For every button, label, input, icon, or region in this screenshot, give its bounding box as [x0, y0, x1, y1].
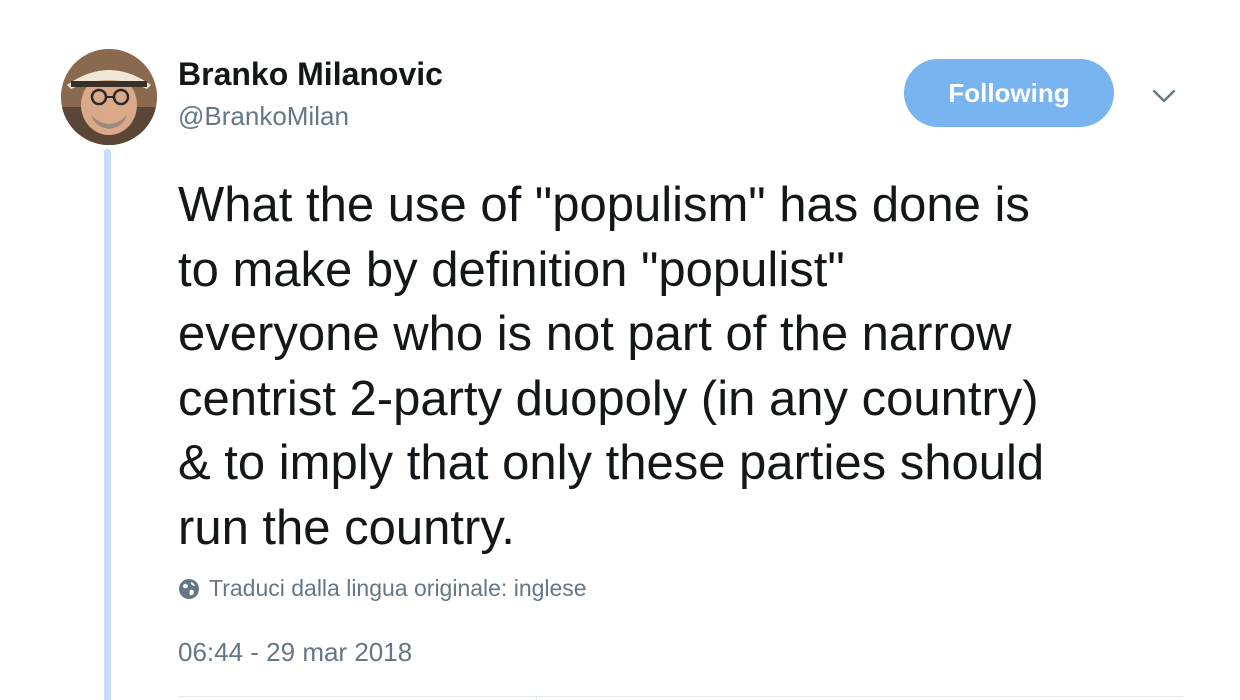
following-button[interactable]: Following — [904, 59, 1114, 127]
translate-label: Traduci dalla lingua originale: inglese — [209, 575, 587, 601]
avatar[interactable] — [61, 49, 157, 145]
tweet-text-line: run the country. — [178, 500, 515, 555]
thread-line — [104, 149, 111, 700]
tweet-text-line: everyone who is not part of the narrow — [178, 307, 1012, 361]
tweet-text: What the use of "populism" has done is t… — [178, 173, 1198, 560]
tweet-timestamp[interactable]: 06:44 - 29 mar 2018 — [178, 637, 412, 667]
divider — [178, 696, 1183, 697]
chevron-down-icon[interactable] — [1150, 82, 1178, 110]
author-handle[interactable]: @BrankoMilan — [178, 101, 349, 131]
globe-icon — [178, 578, 200, 600]
tweet-text-line: & to imply that only these parties shoul… — [178, 436, 1045, 490]
tweet-page: Branko Milanovic @BrankoMilan Following … — [0, 0, 1240, 700]
tweet-text-line: centrist 2-party duopoly (in any country… — [178, 371, 1039, 426]
tweet-text-line: What the use of "populism" has done is — [178, 178, 1030, 232]
author-display-name[interactable]: Branko Milanovic — [178, 56, 443, 92]
divider-tick — [536, 696, 537, 700]
tweet-text-line: to make by definition "populist" — [178, 242, 845, 297]
translate-link[interactable]: Traduci dalla lingua originale: inglese — [178, 575, 587, 602]
